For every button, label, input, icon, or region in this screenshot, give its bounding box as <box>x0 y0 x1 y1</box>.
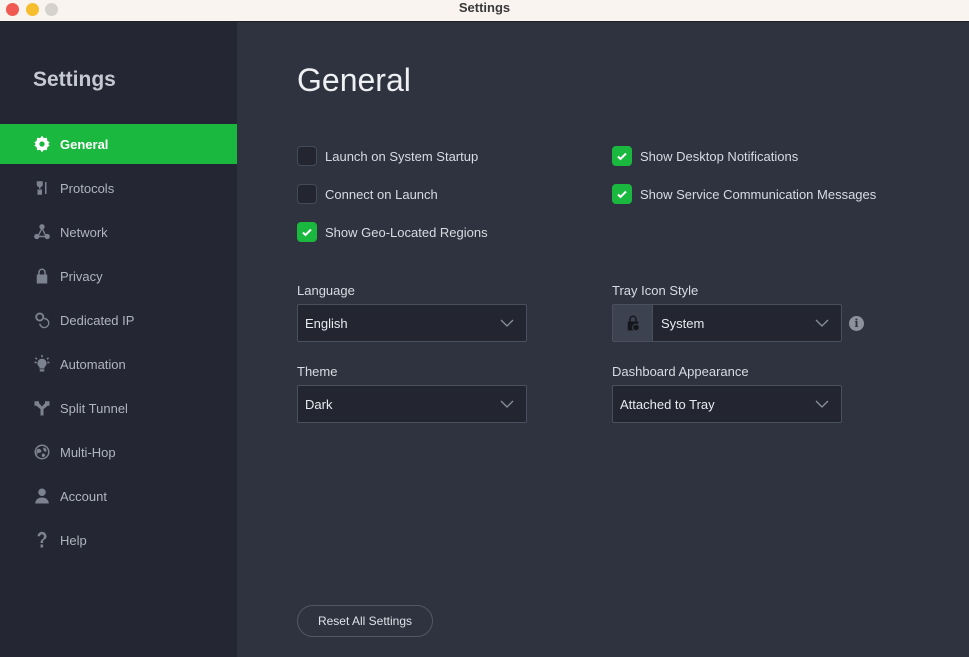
sidebar-item-network[interactable]: Network <box>0 212 237 252</box>
sidebar-item-protocols[interactable]: Protocols <box>0 168 237 208</box>
tray-icon-style-label: Tray Icon Style <box>612 283 699 298</box>
sidebar-item-label: Account <box>60 488 107 504</box>
gear-icon <box>32 134 52 154</box>
globe-icon <box>32 442 52 462</box>
checkbox-box[interactable] <box>297 146 317 166</box>
sidebar: Settings General Protocols Network Priva… <box>0 22 237 657</box>
chevron-down-icon <box>500 400 514 408</box>
chevron-down-icon <box>500 319 514 327</box>
tray-icon-style-value: System <box>661 315 705 331</box>
split-tunnel-icon <box>32 398 52 418</box>
protocols-icon <box>32 178 52 198</box>
theme-label: Theme <box>297 364 338 379</box>
sidebar-item-label: Privacy <box>60 268 103 284</box>
window-titlebar: Settings <box>0 0 969 22</box>
checkmark-icon <box>617 152 627 161</box>
sidebar-item-dedicated-ip[interactable]: Dedicated IP <box>0 300 237 340</box>
checkmark-icon <box>302 228 312 237</box>
show-desktop-notifications-checkbox[interactable]: Show Desktop Notifications <box>612 146 798 166</box>
checkbox-label: Show Geo-Located Regions <box>325 224 488 240</box>
sidebar-item-automation[interactable]: Automation <box>0 344 237 384</box>
checkbox-box[interactable] <box>612 146 632 166</box>
checkbox-box[interactable] <box>297 222 317 242</box>
checkmark-icon <box>617 190 627 199</box>
launch-on-startup-checkbox[interactable]: Launch on System Startup <box>297 146 478 166</box>
sidebar-item-label: Help <box>60 532 87 548</box>
checkbox-label: Connect on Launch <box>325 186 438 202</box>
question-icon <box>32 530 52 550</box>
info-icon[interactable]: i <box>849 316 864 331</box>
sidebar-item-split-tunnel[interactable]: Split Tunnel <box>0 388 237 428</box>
checkbox-label: Launch on System Startup <box>325 148 479 164</box>
language-label: Language <box>297 283 355 298</box>
sidebar-item-multi-hop[interactable]: Multi-Hop <box>0 432 237 472</box>
theme-value: Dark <box>305 396 333 412</box>
page-title: General <box>297 62 411 98</box>
sidebar-item-label: Split Tunnel <box>60 400 128 416</box>
sidebar-item-label: General <box>60 136 109 152</box>
chevron-down-icon <box>815 400 829 408</box>
sidebar-item-label: Network <box>60 224 108 240</box>
sidebar-item-privacy[interactable]: Privacy <box>0 256 237 296</box>
language-select[interactable]: English <box>297 304 527 342</box>
checkbox-box[interactable] <box>612 184 632 204</box>
checkbox-label: Show Desktop Notifications <box>640 148 799 164</box>
dedicated-ip-icon <box>32 310 52 330</box>
dashboard-appearance-label: Dashboard Appearance <box>612 364 749 379</box>
sidebar-nav: General Protocols Network Privacy Dedica… <box>0 124 237 564</box>
network-icon <box>32 222 52 242</box>
sidebar-item-help[interactable]: Help <box>0 520 237 560</box>
dashboard-appearance-select[interactable]: Attached to Tray <box>612 385 842 423</box>
window-title: Settings <box>458 0 511 15</box>
sidebar-item-label: Dedicated IP <box>60 312 135 328</box>
sidebar-item-label: Protocols <box>60 180 115 196</box>
checkbox-box[interactable] <box>297 184 317 204</box>
tray-lock-icon <box>613 305 653 341</box>
lock-icon <box>32 266 52 286</box>
lightbulb-icon <box>32 354 52 374</box>
main-panel: General Launch on System Startup Connect… <box>237 22 969 657</box>
show-service-messages-checkbox[interactable]: Show Service Communication Messages <box>612 184 876 204</box>
language-value: English <box>305 315 348 331</box>
connect-on-launch-checkbox[interactable]: Connect on Launch <box>297 184 438 204</box>
sidebar-item-label: Automation <box>60 356 126 372</box>
sidebar-title: Settings <box>33 68 116 91</box>
theme-select[interactable]: Dark <box>297 385 527 423</box>
tray-icon-style-select[interactable]: System <box>612 304 842 342</box>
sidebar-item-label: Multi-Hop <box>60 444 116 460</box>
sidebar-item-account[interactable]: Account <box>0 476 237 516</box>
checkbox-label: Show Service Communication Messages <box>640 186 877 202</box>
dashboard-appearance-value: Attached to Tray <box>620 396 715 412</box>
chevron-down-icon <box>815 319 829 327</box>
show-geo-regions-checkbox[interactable]: Show Geo-Located Regions <box>297 222 488 242</box>
user-icon <box>32 486 52 506</box>
reset-all-settings-button[interactable]: Reset All Settings <box>297 605 433 637</box>
sidebar-item-general[interactable]: General <box>0 124 237 164</box>
